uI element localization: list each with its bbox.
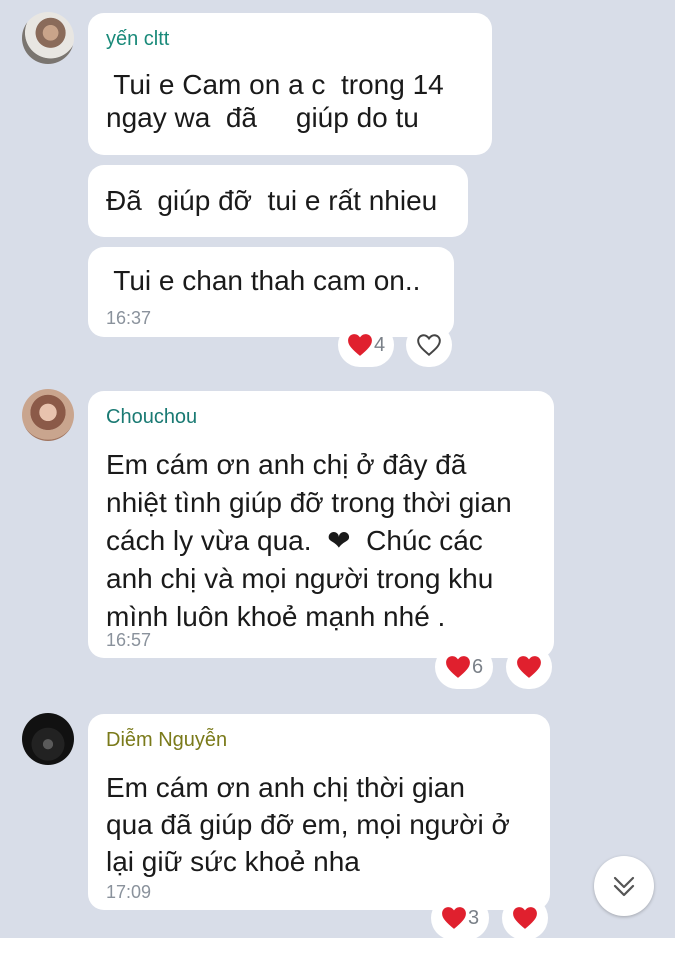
heart-filled-icon bbox=[446, 656, 470, 678]
avatar[interactable] bbox=[22, 713, 74, 765]
heart-filled-icon bbox=[513, 907, 537, 929]
sender-name[interactable]: Diễm Nguyễn bbox=[106, 729, 227, 752]
heart-outline-icon bbox=[417, 334, 441, 357]
message-bubble[interactable]: Đã giúp đỡ tui e rất nhieu bbox=[88, 165, 468, 237]
reaction-count: 4 bbox=[373, 333, 386, 356]
reaction-count-pill[interactable]: 6 bbox=[435, 645, 493, 689]
message-text: Tui e chan thah cam on.. bbox=[106, 265, 421, 296]
reaction-count: 3 bbox=[467, 906, 480, 929]
message-bubble[interactable]: yến cltt Tui e Cam on a c trong 14 ngay … bbox=[88, 13, 492, 155]
like-button[interactable] bbox=[502, 896, 548, 940]
message-time: 16:57 bbox=[106, 630, 152, 650]
sender-name[interactable]: yến cltt bbox=[106, 28, 169, 51]
message-bubble[interactable]: Diễm Nguyễn Em cám ơn anh chị thời gian … bbox=[88, 714, 550, 910]
message-text: Em cám ơn anh chị ở đây đã nhiệt tình gi… bbox=[106, 449, 512, 632]
avatar[interactable] bbox=[22, 12, 74, 64]
like-button[interactable] bbox=[506, 645, 552, 689]
message-text: Tui e Cam on a c trong 14 ngay wa đã giú… bbox=[106, 69, 444, 133]
message-bubble[interactable]: Chouchou Em cám ơn anh chị ở đây đã nhiệ… bbox=[88, 391, 554, 658]
message-text: Đã giúp đỡ tui e rất nhieu bbox=[106, 185, 438, 216]
message-time: 16:37 bbox=[106, 308, 152, 328]
heart-filled-icon bbox=[348, 334, 372, 356]
scroll-to-bottom-button[interactable] bbox=[594, 856, 654, 916]
heart-filled-icon bbox=[442, 907, 466, 929]
reaction-count-pill[interactable]: 3 bbox=[431, 896, 489, 940]
sender-name[interactable]: Chouchou bbox=[106, 406, 197, 429]
reaction-count: 6 bbox=[471, 655, 484, 678]
message-bubble[interactable]: Tui e chan thah cam on.. 16:37 bbox=[88, 247, 454, 337]
like-button[interactable] bbox=[406, 323, 452, 367]
message-time: 17:09 bbox=[106, 882, 152, 902]
message-text: Em cám ơn anh chị thời gian qua đã giúp … bbox=[106, 772, 510, 877]
bottom-bar bbox=[0, 938, 675, 960]
heart-filled-icon bbox=[517, 656, 541, 678]
reaction-count-pill[interactable]: 4 bbox=[338, 323, 394, 367]
avatar[interactable] bbox=[22, 389, 74, 441]
double-chevron-down-icon bbox=[613, 876, 635, 897]
